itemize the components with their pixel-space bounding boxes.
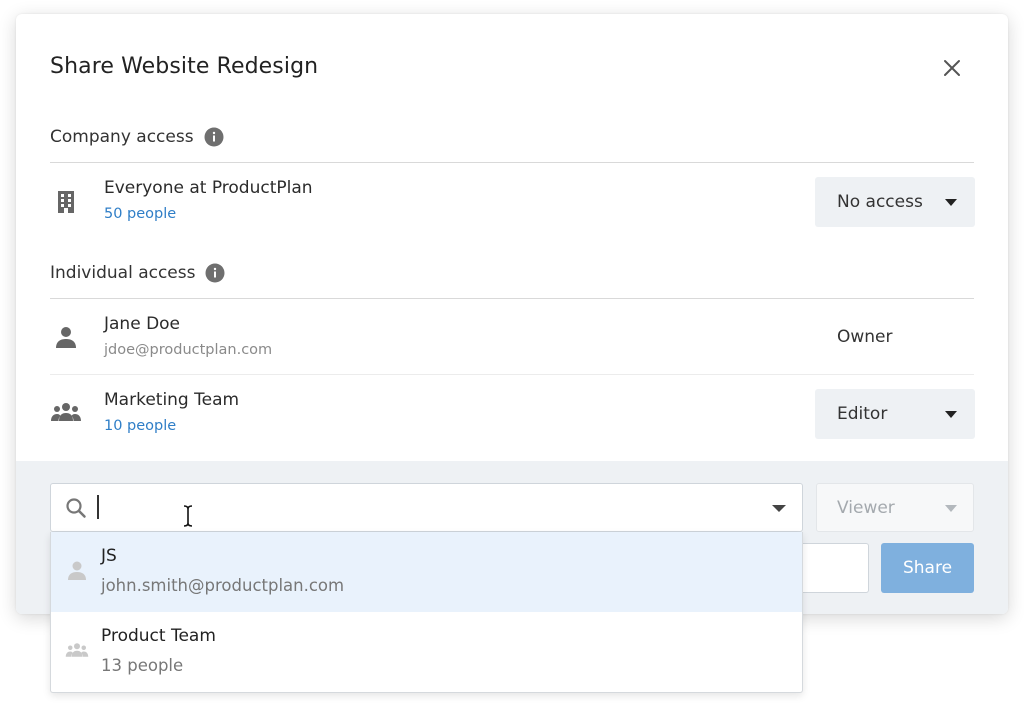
text-cursor (97, 495, 99, 519)
suggestion-name: JS (101, 546, 117, 566)
suggestion-item[interactable]: JS john.smith@productplan.com (51, 532, 802, 612)
team-people-count-link[interactable]: 10 people (104, 418, 176, 434)
team-permission-select[interactable]: Editor (815, 389, 975, 439)
ibeam-cursor-icon (183, 505, 193, 527)
search-input[interactable] (103, 490, 743, 526)
caret-down-icon (945, 504, 957, 512)
chevron-down-icon[interactable] (772, 505, 786, 512)
team-permission-value: Editor (837, 404, 888, 424)
divider (50, 374, 974, 375)
group-icon (51, 403, 81, 421)
role-select[interactable]: Viewer (816, 483, 974, 532)
person-icon (56, 327, 76, 348)
team-name: Marketing Team (104, 390, 240, 410)
member-name: Jane Doe (104, 314, 181, 334)
company-access-label: Company access (50, 127, 194, 147)
building-icon (58, 191, 74, 213)
dialog-title: Share Website Redesign (50, 54, 319, 79)
info-icon[interactable] (204, 127, 224, 147)
divider (50, 298, 974, 299)
owner-role-label: Owner (837, 327, 893, 347)
share-button[interactable]: Share (881, 543, 974, 593)
group-icon (65, 643, 89, 657)
company-people-count-link[interactable]: 50 people (104, 206, 176, 222)
company-name: Everyone at ProductPlan (104, 178, 313, 198)
suggestion-email: john.smith@productplan.com (101, 576, 345, 595)
person-icon (68, 561, 86, 580)
message-input[interactable] (802, 543, 869, 593)
suggestion-count: 13 people (101, 656, 184, 675)
suggestion-item[interactable]: Product Team 13 people (51, 612, 802, 692)
close-button[interactable] (936, 52, 968, 84)
suggestion-name: Product Team (101, 626, 216, 646)
divider (50, 162, 974, 163)
search-suggestions-dropdown: JS john.smith@productplan.com Product Te… (50, 532, 803, 693)
member-email: jdoe@productplan.com (104, 342, 273, 358)
role-select-value: Viewer (837, 497, 895, 518)
caret-down-icon (945, 411, 957, 418)
company-access-heading: Company access (50, 127, 224, 147)
search-field[interactable] (50, 483, 803, 532)
info-icon[interactable] (205, 263, 225, 283)
individual-access-label: Individual access (50, 263, 196, 283)
share-dialog: Share Website Redesign Company access Ev… (16, 14, 1008, 614)
company-permission-value: No access (837, 192, 923, 212)
company-permission-select[interactable]: No access (815, 177, 975, 227)
caret-down-icon (945, 199, 957, 206)
search-icon (66, 498, 86, 518)
close-icon (944, 60, 960, 76)
individual-access-heading: Individual access (50, 263, 225, 283)
